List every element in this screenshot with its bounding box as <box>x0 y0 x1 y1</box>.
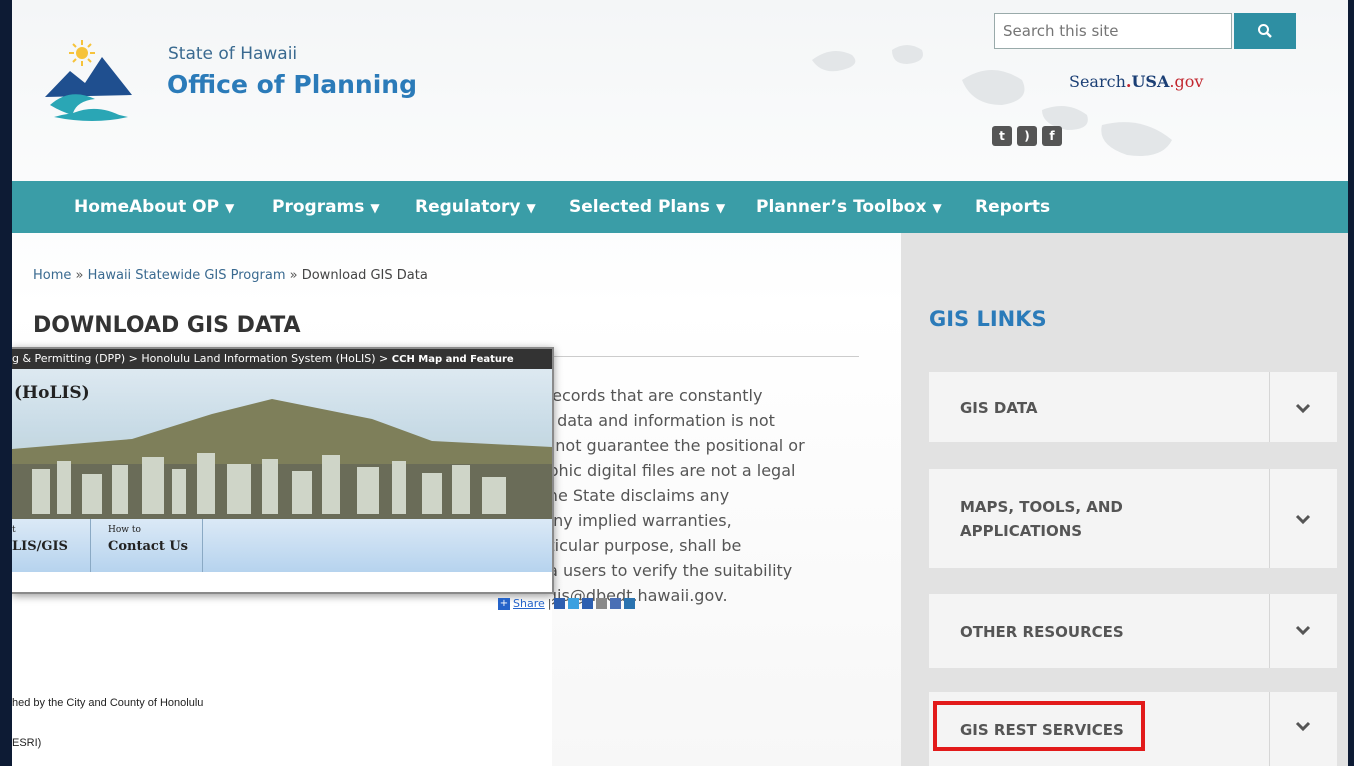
org-name[interactable]: Office of Planning <box>167 70 417 99</box>
disclaimer-line: ata users to verify the suitability <box>532 561 793 580</box>
nav-selected-plans[interactable]: Selected Plans ▼ <box>569 197 725 217</box>
facebook-share-icon[interactable] <box>554 598 566 609</box>
accordion-label: GIS DATA <box>960 399 1038 417</box>
tab-small-label: t <box>12 525 16 535</box>
nav-regulatory-label: Regulatory <box>415 197 521 217</box>
accordion-divider <box>1269 372 1270 442</box>
nav-regulatory[interactable]: Regulatory ▼ <box>415 197 536 217</box>
tab-separator <box>90 519 91 572</box>
nav-home[interactable]: Home <box>74 197 129 217</box>
nav-home-label: Home <box>74 197 130 217</box>
caret-down-icon: ▼ <box>526 201 536 215</box>
rss-icon[interactable]: ) <box>1017 126 1037 146</box>
breadcrumb-gis-program[interactable]: Hawaii Statewide GIS Program <box>88 268 286 283</box>
nav-about-op[interactable]: About OP ▼ <box>129 197 234 217</box>
site-header: State of Hawaii Office of Planning Searc… <box>12 0 1348 180</box>
caret-down-icon: ▼ <box>715 201 726 215</box>
breadcrumb: Home » Hawaii Statewide GIS Program » Do… <box>33 268 428 283</box>
disclaimer-line: ne data and information is not <box>532 411 775 430</box>
holis-crumb-current: CCH Map and Feature <box>391 354 514 365</box>
tab-big-label: Contact Us <box>108 539 188 554</box>
holis-screenshot-overlay: g & Permitting (DPP) > Honolulu Land Inf… <box>12 347 636 766</box>
holis-page: g & Permitting (DPP) > Honolulu Land Inf… <box>12 347 554 594</box>
search-icon <box>1258 24 1272 38</box>
nav-programs[interactable]: Programs ▼ <box>272 197 380 217</box>
tab-separator <box>202 519 203 572</box>
facebook-icon[interactable]: f <box>1042 126 1062 146</box>
holis-banner: (HoLIS) <box>12 369 552 519</box>
twitter-icon[interactable]: t <box>992 126 1012 146</box>
linkedin-share-icon[interactable] <box>624 598 636 609</box>
search-usa-gov-link[interactable]: Search.USA.gov <box>1069 72 1203 91</box>
holis-crumb-holis[interactable]: Honolulu Land Information System (HoLIS) <box>141 352 375 365</box>
org-state-label: State of Hawaii <box>168 44 298 64</box>
email-share-icon[interactable] <box>610 598 622 609</box>
nav-programs-label: Programs <box>272 197 365 217</box>
share-link[interactable]: Share <box>513 597 545 610</box>
nav-about-op-label: About OP <box>129 197 220 217</box>
nav-reports[interactable]: Reports <box>975 197 1050 217</box>
holis-crumb-sep: > <box>375 352 392 365</box>
accordion-label: OTHER RESOURCES <box>960 623 1124 641</box>
search-usa-gov: .gov <box>1169 72 1204 91</box>
disclaimer-line: l the State disclaims any <box>532 486 730 505</box>
holis-title: (HoLIS) <box>14 383 90 403</box>
accordion-maps-tools[interactable]: MAPS, TOOLS, AND APPLICATIONS <box>929 469 1337 568</box>
accordion-label: MAPS, TOOLS, AND APPLICATIONS <box>960 498 1123 540</box>
chevron-down-icon[interactable] <box>1291 618 1315 642</box>
search-input[interactable] <box>994 13 1232 49</box>
chevron-down-icon[interactable] <box>1291 396 1315 420</box>
accordion-divider <box>1269 692 1270 766</box>
chevron-down-icon[interactable] <box>1291 507 1315 531</box>
share-plus-icon[interactable]: + <box>498 597 510 610</box>
holis-text: ESRI) <box>12 737 42 749</box>
nav-selected-plans-label: Selected Plans <box>569 197 710 217</box>
office-of-planning-logo[interactable] <box>40 35 140 125</box>
disclaimer-line: raphic digital files are not a legal <box>532 461 796 480</box>
breadcrumb-separator: » <box>71 268 88 283</box>
search-usa-prefix: Search <box>1069 72 1126 91</box>
holis-tabs: t LIS/GIS How to Contact Us <box>12 519 552 572</box>
breadcrumb-home[interactable]: Home <box>33 268 71 283</box>
holis-tab-about[interactable]: t LIS/GIS <box>12 525 68 554</box>
search-button[interactable] <box>1234 13 1296 49</box>
disclaimer-line: es not guarantee the positional or <box>532 436 805 455</box>
accordion-other-resources[interactable]: OTHER RESOURCES <box>929 594 1337 668</box>
highlight-box <box>933 701 1145 751</box>
breadcrumb-current: Download GIS Data <box>301 268 428 283</box>
tab-small-label: How to <box>108 525 141 535</box>
share-bar: + Share | <box>498 597 636 610</box>
caret-down-icon: ▼ <box>370 201 380 215</box>
breadcrumb-separator: » <box>285 268 302 283</box>
caret-down-icon: ▼ <box>932 201 942 215</box>
disclaimer-line: articular purpose, shall be <box>532 536 742 555</box>
accordion-gis-data[interactable]: GIS DATA <box>929 372 1337 442</box>
accordion-divider <box>1269 469 1270 568</box>
caret-down-icon: ▼ <box>225 201 235 215</box>
nav-reports-label: Reports <box>975 197 1051 217</box>
holis-text: hed by the City and County of Honolulu <box>12 697 204 709</box>
bookmark-share-icon[interactable] <box>582 598 594 609</box>
sidebar-title: GIS LINKS <box>929 307 1047 331</box>
accordion-divider <box>1269 594 1270 668</box>
tab-big-label: LIS/GIS <box>12 539 68 554</box>
page-title: DOWNLOAD GIS DATA <box>33 313 301 338</box>
disclaimer-text: c records that are constantly ne data an… <box>532 383 805 608</box>
wordpress-share-icon[interactable] <box>596 598 608 609</box>
disclaimer-line: . Any implied warranties, <box>532 511 732 530</box>
main-nav: Home About OP ▼ Programs ▼ Regulatory ▼ Sel… <box>12 181 1348 233</box>
chevron-down-icon[interactable] <box>1291 714 1315 738</box>
holis-breadcrumb: g & Permitting (DPP) > Honolulu Land Inf… <box>12 349 552 369</box>
social-links: t ) f <box>992 126 1062 146</box>
honolulu-skyline-image <box>12 399 552 519</box>
disclaimer-line: c records that are constantly <box>532 386 763 405</box>
nav-planners-toolbox-label: Planner’s Toolbox <box>756 197 927 217</box>
nav-planners-toolbox[interactable]: Planner’s Toolbox ▼ <box>756 197 942 217</box>
holis-tab-contact[interactable]: How to Contact Us <box>108 525 188 554</box>
browser-page: State of Hawaii Office of Planning Searc… <box>12 0 1348 766</box>
twitter-share-icon[interactable] <box>568 598 580 609</box>
search-usa-usa: USA <box>1131 72 1170 91</box>
holis-crumb-sep: > <box>125 352 142 365</box>
holis-crumb-dpp[interactable]: g & Permitting (DPP) <box>12 352 125 365</box>
